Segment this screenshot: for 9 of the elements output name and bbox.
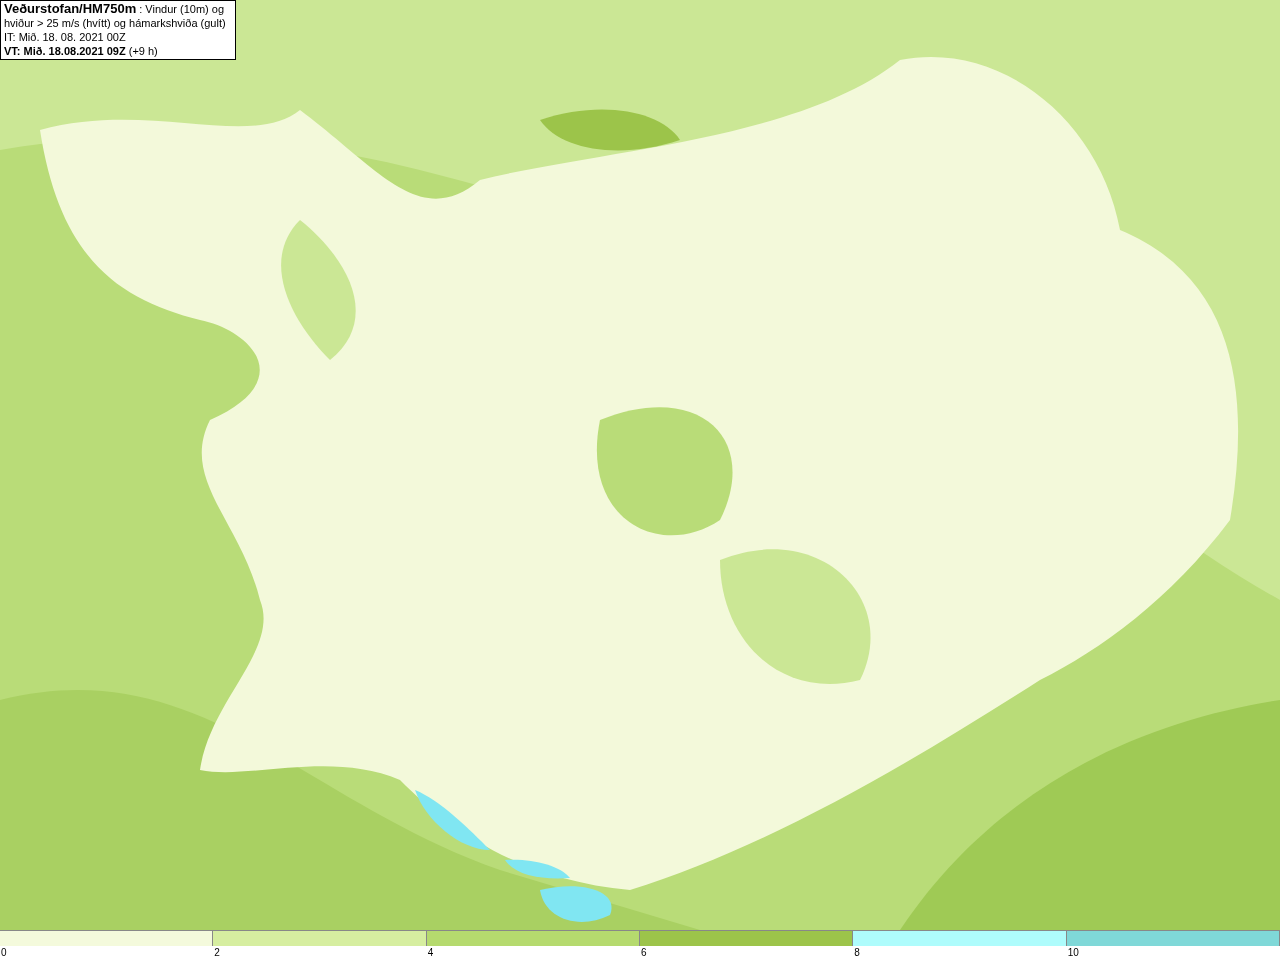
legend-label: 2 bbox=[214, 946, 220, 959]
legend-label: 4 bbox=[427, 946, 434, 959]
valid-time: VT: Mið. 18.08.2021 09Z (+9 h) bbox=[4, 44, 159, 58]
legend-label: 0 bbox=[1, 946, 7, 959]
legend-label: 10 bbox=[1067, 946, 1079, 959]
legend-label: 8 bbox=[854, 946, 860, 959]
legend-label: 6 bbox=[641, 946, 647, 959]
map-title: Veðurstofan/HM750m : Vindur (10m) og hviður > 25 m/s (hvítt) og hámarkshviða (gult) bbox=[4, 2, 227, 30]
initial-time: IT: Mið. 18. 08. 2021 00Z bbox=[4, 30, 127, 44]
